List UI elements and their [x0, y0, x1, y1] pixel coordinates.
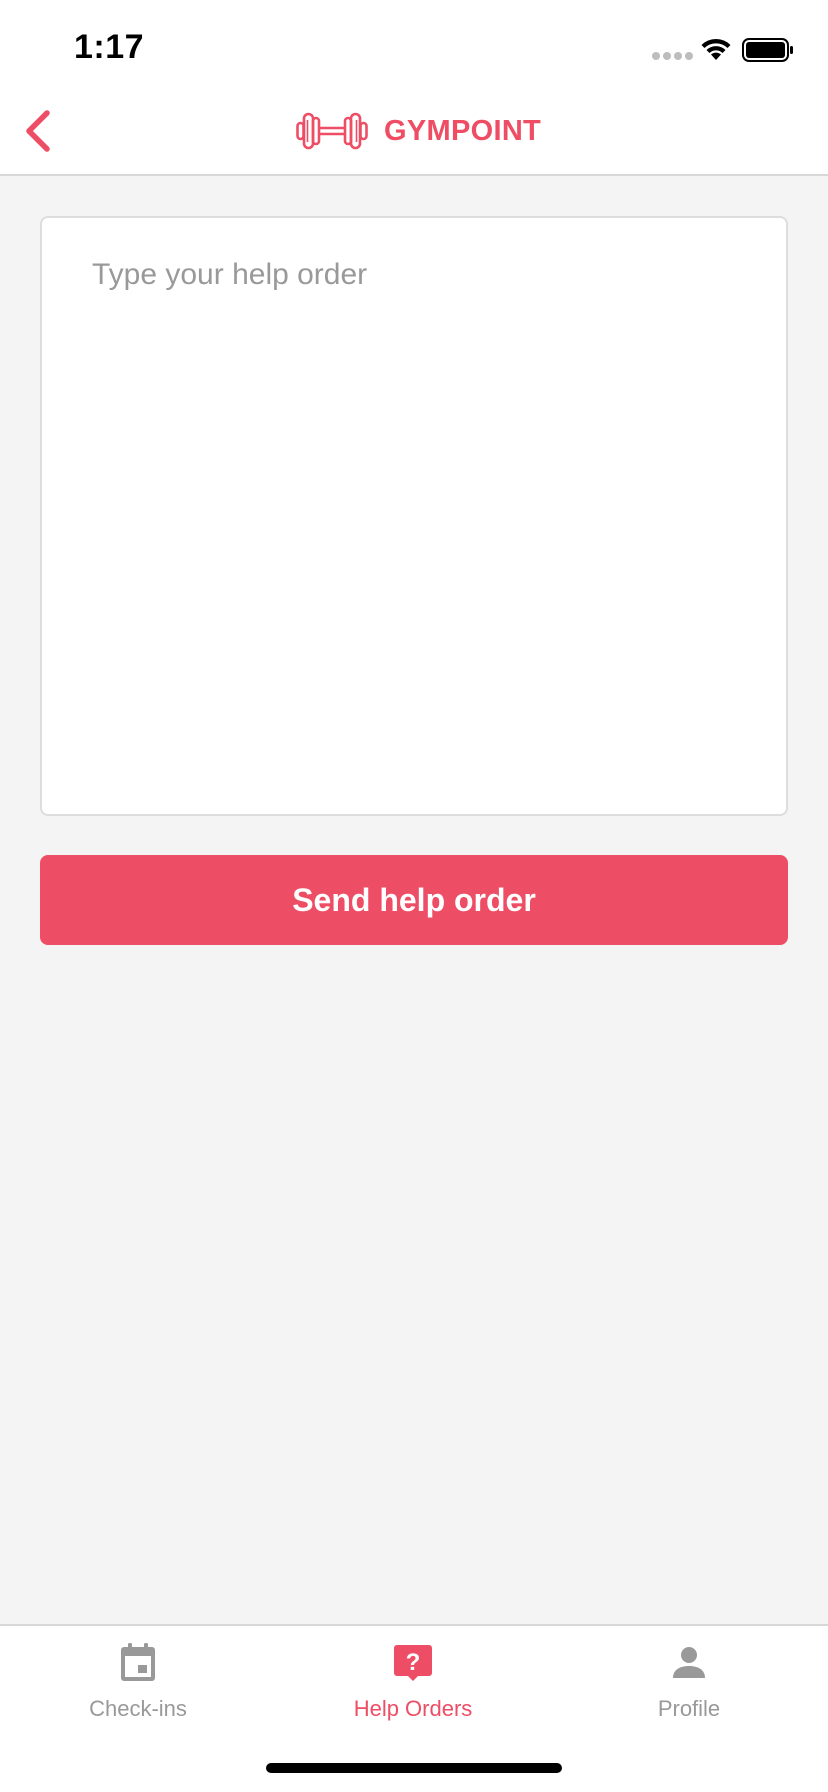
tab-profile[interactable]: Profile [579, 1640, 799, 1750]
cellular-signal-icon [652, 52, 693, 60]
tab-label-profile: Profile [657, 1696, 721, 1721]
status-time: 1:17 [74, 28, 145, 66]
back-button[interactable] [12, 106, 62, 156]
tab-help-orders[interactable]: ? Help Orders [303, 1640, 523, 1750]
help-bubble-icon: ? [394, 1645, 432, 1681]
battery-icon [742, 38, 793, 62]
svg-text:?: ? [406, 1649, 421, 1676]
dumbbell-icon [296, 112, 368, 150]
home-indicator [266, 1763, 562, 1773]
person-icon [673, 1647, 705, 1678]
status-bar: 1:17 [0, 0, 828, 88]
brand-logo: GYMPOINT [296, 110, 541, 152]
wifi-icon [701, 38, 731, 60]
tab-label-help-orders: Help Orders [353, 1696, 473, 1721]
calendar-icon [121, 1643, 155, 1681]
send-help-order-button[interactable]: Send help order [40, 855, 788, 945]
chevron-left-icon [26, 110, 50, 152]
tab-check-ins[interactable]: Check-ins [28, 1640, 248, 1750]
help-order-screen: 1:17 GYMPOINT Type your help order Send … [0, 0, 828, 1792]
app-header: GYMPOINT [0, 88, 828, 176]
brand-name: GYMPOINT [384, 114, 542, 147]
help-order-input[interactable] [40, 216, 788, 816]
tab-label-check-ins: Check-ins [89, 1696, 187, 1721]
